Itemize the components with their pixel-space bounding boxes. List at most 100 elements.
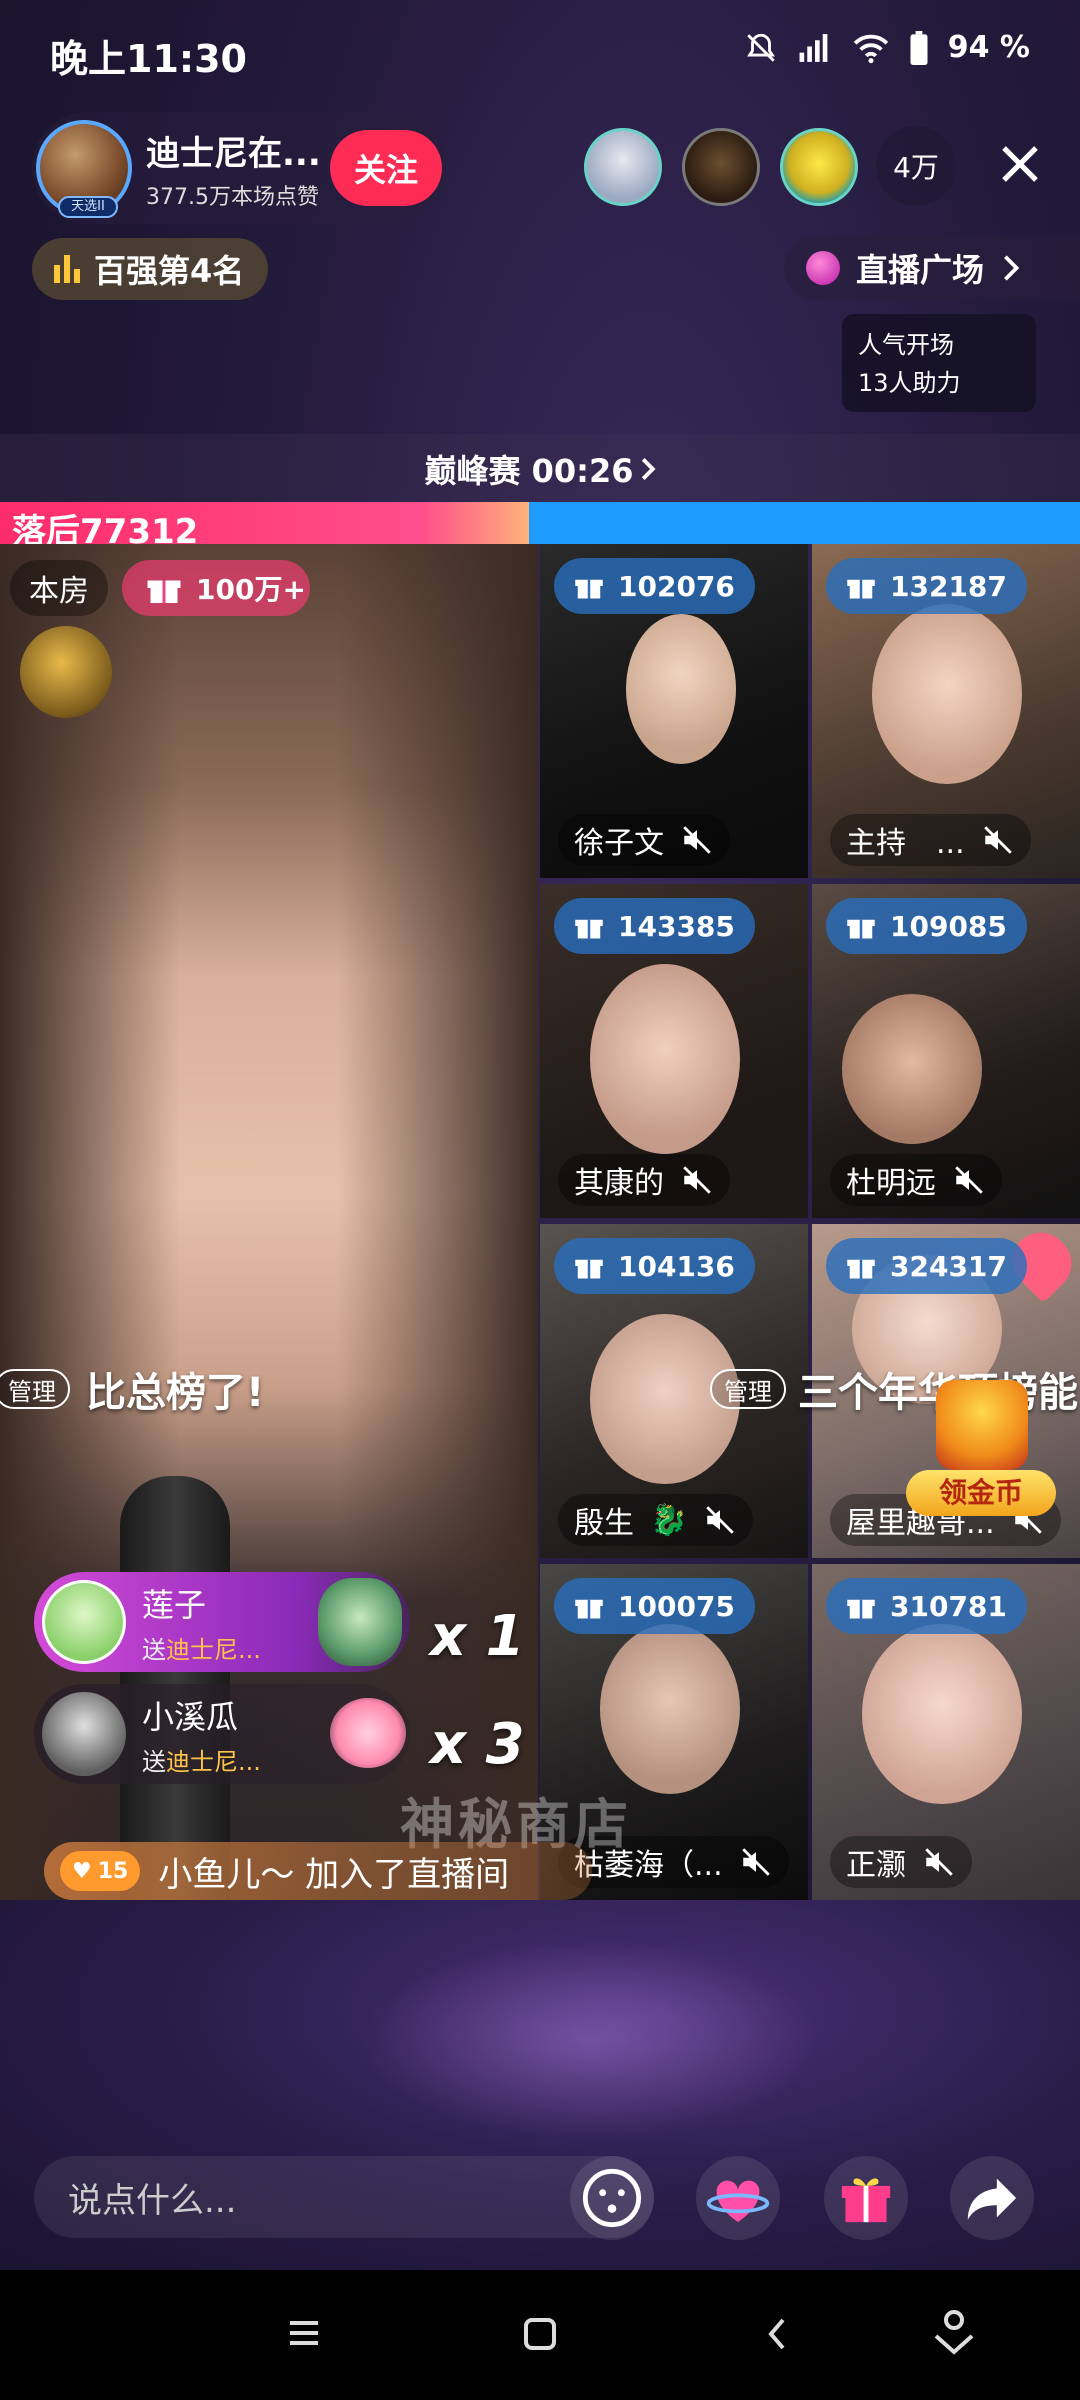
- mute-icon[interactable]: [739, 1845, 773, 1879]
- tile-name: 正灏: [846, 1848, 906, 1883]
- chevron-right-icon: [1004, 255, 1020, 281]
- tile-face: [590, 964, 740, 1154]
- claim-coins-button[interactable]: 领金币: [906, 1380, 1056, 1520]
- avatar[interactable]: [42, 1580, 126, 1664]
- main-gift-total[interactable]: 100万+: [122, 560, 310, 616]
- tile-score-badge: 100075: [554, 1578, 755, 1634]
- plaza-label: 直播广场: [856, 251, 985, 289]
- main-gift-total-value: 100万+: [196, 573, 306, 606]
- wifi-icon: [853, 34, 888, 63]
- mute-icon[interactable]: [680, 823, 714, 857]
- like-button[interactable]: [696, 2156, 780, 2240]
- plaza-info-line2: 13人助力: [858, 369, 961, 397]
- gift-button[interactable]: [824, 2156, 908, 2240]
- host-avatar[interactable]: 天选II: [36, 120, 132, 218]
- tile-score-badge: 109085: [826, 898, 1027, 954]
- emoji-button[interactable]: [570, 2156, 654, 2240]
- gift-icon: [575, 1259, 603, 1279]
- mute-icon[interactable]: [922, 1845, 956, 1879]
- share-button[interactable]: [950, 2156, 1034, 2240]
- viewer-count[interactable]: 4万: [876, 126, 956, 206]
- pk-timer-label: 巅峰赛 00:26: [424, 452, 634, 490]
- gift-target: 迪士尼...: [166, 1635, 261, 1664]
- user-level-badge: ♥ 15: [60, 1851, 141, 1891]
- pk-tile-4[interactable]: 109085 杜明远: [812, 884, 1080, 1218]
- flower-gift-icon: [330, 1698, 406, 1768]
- plaza-icon: [806, 251, 840, 285]
- gift-icon: [847, 919, 875, 939]
- battery-icon: [910, 30, 928, 65]
- tile-name: 其康的: [574, 1166, 664, 1201]
- pk-tile-3[interactable]: 143385 其康的: [540, 884, 808, 1218]
- rank-label: 百强第4名: [94, 252, 245, 290]
- mute-icon[interactable]: [952, 1163, 986, 1197]
- tile-face: [842, 994, 982, 1144]
- plaza-popup: 人气开场 13人助力: [842, 314, 1036, 412]
- pk-tile-8[interactable]: 310781 正灏: [812, 1564, 1080, 1900]
- pk-tile-2[interactable]: 132187 主持 ...: [812, 544, 1080, 878]
- back-icon[interactable]: [762, 2314, 792, 2354]
- gift-icon: [575, 579, 603, 599]
- gift-box-icon: [841, 2178, 891, 2223]
- viewer-avatar-2[interactable]: [682, 128, 760, 206]
- mute-icon[interactable]: [703, 1503, 737, 1537]
- mute-bell-icon: [746, 33, 775, 62]
- gift-sender: 小溪瓜: [142, 1697, 239, 1736]
- assistant-icon[interactable]: [930, 2308, 978, 2360]
- gift-icon: [575, 1599, 603, 1619]
- tile-face: [862, 1624, 1022, 1804]
- live-plaza-button[interactable]: 直播广场: [784, 236, 1080, 300]
- avatar[interactable]: [42, 1692, 126, 1776]
- user-level: 15: [97, 1858, 129, 1884]
- rank-badge[interactable]: 百强第4名: [32, 238, 268, 300]
- pk-timer[interactable]: 巅峰赛 00:26: [0, 434, 1080, 504]
- tile-name-row: 殷生 🐉: [558, 1494, 754, 1546]
- viewer-avatar-3[interactable]: [780, 128, 858, 206]
- tile-score: 143385: [618, 909, 735, 943]
- gift-icon: [847, 579, 875, 599]
- tile-score: 132187: [890, 569, 1007, 603]
- gift-prefix: 送: [142, 1635, 166, 1664]
- gift-target-row: 送迪士尼...: [142, 1742, 261, 1777]
- close-icon[interactable]: [996, 140, 1044, 188]
- battery-percent: 94 %: [947, 30, 1030, 65]
- tile-name: 徐子文: [574, 826, 664, 861]
- tile-score-badge: 102076: [554, 558, 755, 614]
- share-arrow-icon: [967, 2178, 1017, 2220]
- chevron-right-icon: [641, 458, 656, 480]
- gift-combo: x 3: [430, 1712, 525, 1777]
- dragon-gift-icon: [318, 1578, 402, 1666]
- gift-icon: [147, 580, 181, 603]
- follow-button[interactable]: 关注: [330, 130, 442, 206]
- tile-score-badge: 310781: [826, 1578, 1027, 1634]
- tile-name-row: 杜明远: [830, 1154, 1002, 1206]
- dragon-emoji-icon: 🐉: [650, 1502, 688, 1538]
- status-time: 晚上11:30: [50, 37, 247, 81]
- tile-name-row: 主持 ...: [830, 814, 1031, 866]
- admin-tag: 管理: [0, 1369, 70, 1409]
- mute-icon[interactable]: [981, 823, 1015, 857]
- claim-coins-label: 领金币: [906, 1470, 1056, 1516]
- host-level-badge: 天选II: [58, 196, 118, 218]
- tile-name: 主持 ...: [846, 826, 965, 861]
- recents-icon[interactable]: [284, 2316, 324, 2350]
- room-tag: 本房: [10, 560, 108, 616]
- comment-input[interactable]: 说点什么...: [34, 2156, 654, 2238]
- tile-face: [600, 1624, 740, 1794]
- dragon-ornament-icon: [20, 626, 112, 718]
- heart-icon: ♥: [72, 1858, 92, 1884]
- mute-icon[interactable]: [680, 1163, 714, 1197]
- tile-score: 100075: [618, 1589, 735, 1623]
- gift-target-row: 送迪士尼...: [142, 1630, 261, 1665]
- tile-score-badge: 104136: [554, 1238, 755, 1294]
- emoji-icon: [582, 2168, 642, 2228]
- heart-planet-icon: [706, 2180, 770, 2222]
- main-comment-row: 管理 比总榜了!: [0, 1360, 264, 1418]
- plaza-info-line1: 人气开场: [858, 331, 954, 359]
- tile-score-badge: 324317: [826, 1238, 1027, 1294]
- viewer-avatar-1[interactable]: [584, 128, 662, 206]
- home-icon[interactable]: [520, 2314, 560, 2354]
- tile-score-badge: 143385: [554, 898, 755, 954]
- pk-tile-1[interactable]: 102076 徐子文: [540, 544, 808, 878]
- gift-notification: 小溪瓜 送迪士尼...: [34, 1684, 410, 1784]
